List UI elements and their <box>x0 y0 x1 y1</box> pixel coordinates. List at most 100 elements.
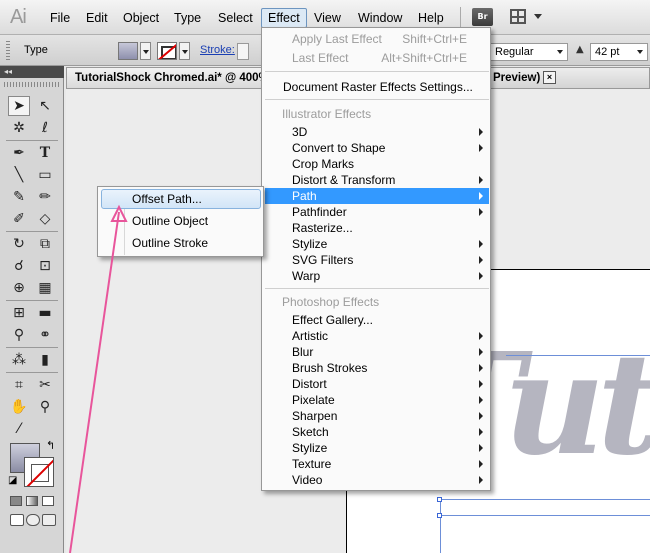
close-icon[interactable]: × <box>543 71 556 84</box>
menu-item-distort-transform[interactable]: Distort & Transform <box>265 172 489 188</box>
mesh-tool-icon[interactable]: ⊞ <box>8 303 30 323</box>
menu-item-sharpen[interactable]: Sharpen <box>265 408 489 424</box>
screen-mode-button[interactable] <box>42 514 56 526</box>
menu-window[interactable]: Window <box>352 8 408 28</box>
menu-header-illustrator-effects: Illustrator Effects <box>282 107 372 121</box>
menu-item-label: Pathfinder <box>292 205 347 219</box>
artboard-tool-icon[interactable]: ⌗ <box>8 375 30 395</box>
menu-item-document-raster-effects-settings[interactable]: Document Raster Effects Settings... <box>265 79 489 95</box>
anchor-point[interactable] <box>437 497 442 502</box>
eyedropper-tool-icon[interactable]: ⚲ <box>8 325 30 345</box>
font-size-icon: ▲ <box>576 44 584 55</box>
chevron-down-icon <box>534 14 542 19</box>
submenu-arrow-icon <box>479 256 483 264</box>
menu-item-last-effect[interactable]: Last Effect Alt+Shift+Ctrl+E <box>265 50 489 66</box>
color-mode-button[interactable] <box>10 496 22 506</box>
default-colors-icon[interactable]: ◪ <box>8 475 17 486</box>
menu-item-3d[interactable]: 3D <box>265 124 489 140</box>
menu-type[interactable]: Type <box>168 8 207 28</box>
bridge-button[interactable]: Br <box>472 8 493 26</box>
selection-tool-icon[interactable]: ➤ <box>8 96 30 116</box>
menu-item-distort[interactable]: Distort <box>265 376 489 392</box>
free-transform-tool-icon[interactable]: ⊡ <box>34 256 56 276</box>
font-size-select[interactable]: 42 pt <box>590 43 648 61</box>
gradient-tool-icon[interactable]: ▬ <box>34 303 56 323</box>
eraser-tool-icon[interactable]: ◇ <box>34 209 56 229</box>
draw-behind-button[interactable] <box>26 514 40 526</box>
rectangle-tool-icon[interactable]: ▭ <box>34 165 56 185</box>
paintbrush-tool-icon[interactable]: ✎ <box>8 187 30 207</box>
submenu-item-outline-stroke[interactable]: Outline Stroke <box>101 233 261 253</box>
rotate-tool-icon[interactable]: ↻ <box>8 234 30 254</box>
menu-select[interactable]: Select <box>212 8 259 28</box>
fill-dropdown-button[interactable] <box>140 42 151 60</box>
lasso-tool-icon[interactable]: ℓ <box>34 118 56 138</box>
stroke-color-box[interactable] <box>24 457 54 487</box>
none-mode-button[interactable] <box>42 496 54 506</box>
hand-tool-icon[interactable]: ✋ <box>8 397 30 417</box>
submenu-item-outline-object[interactable]: Outline Object <box>101 211 261 231</box>
menu-item-label: Last Effect <box>292 51 349 65</box>
menu-edit[interactable]: Edit <box>80 8 114 28</box>
fill-stroke-widget[interactable]: ↰ ◪ <box>8 439 58 491</box>
slice-tool-icon[interactable]: ✂ <box>34 375 56 395</box>
menu-item-crop-marks[interactable]: Crop Marks <box>265 156 489 172</box>
control-bar-grip[interactable] <box>6 41 10 61</box>
symbol-sprayer-tool-icon[interactable]: ⁂ <box>8 350 30 370</box>
menu-item-svg-filters[interactable]: SVG Filters <box>265 252 489 268</box>
pencil-tool-icon[interactable]: ✏ <box>34 187 56 207</box>
menu-help[interactable]: Help <box>412 8 450 28</box>
stroke-link[interactable]: Stroke: <box>200 44 235 56</box>
menu-effect[interactable]: Effect <box>261 8 307 28</box>
column-graph-tool-icon[interactable]: ▮ <box>34 350 56 370</box>
stroke-dropdown-button[interactable] <box>179 42 190 60</box>
menu-file[interactable]: File <box>44 8 76 28</box>
pen-tool-icon[interactable]: ✒ <box>8 143 30 163</box>
arrange-documents-button[interactable] <box>508 8 546 26</box>
document-tab-preview[interactable]: Preview) × <box>488 67 650 88</box>
shape-builder-tool-icon[interactable]: ⊕ <box>8 278 30 298</box>
submenu-arrow-icon <box>479 240 483 248</box>
menu-item-rasterize[interactable]: Rasterize... <box>265 220 489 236</box>
menu-item-effect-gallery[interactable]: Effect Gallery... <box>265 312 489 328</box>
magic-wand-tool-icon[interactable]: ✲ <box>8 118 30 138</box>
submenu-item-offset-path[interactable]: Offset Path... <box>101 189 261 209</box>
menu-item-convert-to-shape[interactable]: Convert to Shape <box>265 140 489 156</box>
warp-tool-icon[interactable]: ☌ <box>8 256 30 276</box>
type-tool-icon[interactable]: T <box>34 143 56 163</box>
menu-item-blur[interactable]: Blur <box>265 344 489 360</box>
blob-brush-tool-icon[interactable]: ✐ <box>8 209 30 229</box>
tools-panel-grip[interactable] <box>4 82 60 87</box>
menu-item-video[interactable]: Video <box>265 472 489 488</box>
menu-view[interactable]: View <box>308 8 347 28</box>
stroke-weight-stepper[interactable] <box>237 43 249 60</box>
menu-item-texture[interactable]: Texture <box>265 456 489 472</box>
menu-item-pathfinder[interactable]: Pathfinder <box>265 204 489 220</box>
direct-selection-tool-icon[interactable]: ↖ <box>34 96 56 116</box>
menu-item-path[interactable]: Path <box>265 188 489 204</box>
knife-tool-icon[interactable]: ⁄ <box>8 419 30 439</box>
tools-panel-header[interactable]: ◂◂ <box>0 66 64 78</box>
zoom-tool-icon[interactable]: ⚲ <box>34 397 56 417</box>
fill-color-swatch[interactable] <box>118 42 138 60</box>
menu-item-stylize-photoshop[interactable]: Stylize <box>265 440 489 456</box>
menu-item-sketch[interactable]: Sketch <box>265 424 489 440</box>
menu-item-warp[interactable]: Warp <box>265 268 489 284</box>
menu-item-artistic[interactable]: Artistic <box>265 328 489 344</box>
menu-item-apply-last-effect[interactable]: Apply Last Effect Shift+Ctrl+E <box>265 31 489 47</box>
menu-object[interactable]: Object <box>117 8 165 28</box>
menu-item-pixelate[interactable]: Pixelate <box>265 392 489 408</box>
draw-normal-button[interactable] <box>10 514 24 526</box>
document-tab[interactable]: TutorialShock Chromed.ai* @ 400% <box>66 67 266 88</box>
swap-fill-stroke-icon[interactable]: ↰ <box>46 439 55 452</box>
perspective-grid-tool-icon[interactable]: ▦ <box>34 278 56 298</box>
gradient-mode-button[interactable] <box>26 496 38 506</box>
menu-item-stylize[interactable]: Stylize <box>265 236 489 252</box>
line-tool-icon[interactable]: ╲ <box>8 165 30 185</box>
blend-tool-icon[interactable]: ⚭ <box>34 325 56 345</box>
stroke-color-swatch[interactable] <box>157 42 177 60</box>
anchor-point[interactable] <box>437 513 442 518</box>
font-style-select[interactable]: Regular <box>490 43 568 61</box>
menu-item-brush-strokes[interactable]: Brush Strokes <box>265 360 489 376</box>
scale-tool-icon[interactable]: ⧉ <box>34 234 56 254</box>
